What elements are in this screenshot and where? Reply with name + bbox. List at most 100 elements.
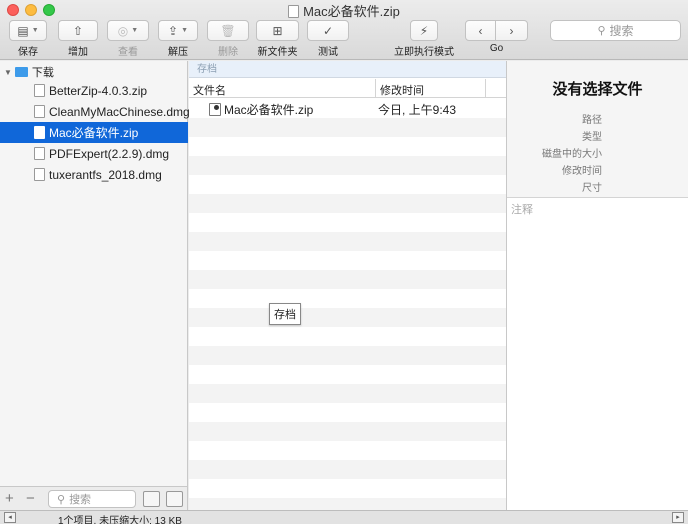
new-folder-button[interactable]: ⊞ bbox=[256, 20, 299, 41]
chevron-left-icon: ‹ bbox=[478, 23, 483, 38]
empty-row bbox=[189, 137, 506, 156]
info-title: 没有选择文件 bbox=[552, 81, 643, 98]
empty-row bbox=[189, 194, 506, 213]
add-label: 增加 bbox=[68, 47, 88, 58]
extract-tool[interactable]: ⇪ ▼ 解压 bbox=[158, 20, 198, 58]
window-title: Mac必备软件.zip bbox=[0, 1, 688, 20]
empty-row bbox=[189, 118, 506, 137]
column-header: 文件名 修改时间 bbox=[189, 79, 506, 98]
add-button[interactable]: ⇧ bbox=[58, 20, 98, 41]
view-tool: ◎ ▼ 查看 bbox=[107, 20, 149, 58]
sidebar-item[interactable]: BetterZip-4.0.3.zip bbox=[0, 80, 188, 101]
table-row[interactable]: Mac必备软件.zip 今日, 上午9:43 bbox=[189, 99, 506, 118]
empty-row bbox=[189, 308, 506, 327]
instant-mode-button[interactable]: ⚡ bbox=[410, 20, 438, 41]
extract-button[interactable]: ⇪ ▼ bbox=[158, 20, 198, 41]
empty-row bbox=[189, 422, 506, 441]
column-modified-header[interactable]: 修改时间 bbox=[380, 82, 424, 98]
test-label: 测试 bbox=[318, 47, 338, 58]
new-folder-icon: ⊞ bbox=[272, 23, 283, 38]
test-button[interactable]: ✓ bbox=[307, 20, 349, 41]
sidebar-preview-icon[interactable] bbox=[166, 491, 183, 507]
new-folder-tool[interactable]: ⊞ 新文件夹 bbox=[256, 20, 299, 58]
empty-row bbox=[189, 156, 506, 175]
add-files-icon: ⇧ bbox=[72, 23, 84, 38]
archive-icon: ▤ bbox=[17, 23, 29, 38]
file-icon bbox=[34, 147, 45, 160]
column-divider[interactable] bbox=[485, 79, 486, 98]
add-tool[interactable]: ⇧ 增加 bbox=[58, 20, 98, 58]
sidebar-hierarchy-icon[interactable] bbox=[143, 491, 160, 507]
save-label: 保存 bbox=[18, 47, 38, 58]
archive-path-bar: 存档 bbox=[189, 61, 506, 78]
go-tool[interactable]: ‹ › Go bbox=[465, 20, 528, 54]
empty-row bbox=[189, 441, 506, 460]
info-label-kind: 类型 bbox=[582, 132, 602, 143]
file-icon bbox=[34, 168, 45, 181]
back-button[interactable]: ‹ bbox=[465, 20, 496, 41]
info-label-size: 磁盘中的大小 bbox=[542, 149, 602, 160]
toggle-info-button[interactable]: ▸ bbox=[672, 512, 684, 523]
checkmark-icon: ✓ bbox=[322, 23, 334, 38]
save-button[interactable]: ▤ ▼ bbox=[9, 20, 47, 41]
add-location-button[interactable]: + bbox=[5, 490, 14, 507]
status-text: 1个项目, 未压缩大小: 13 KB bbox=[58, 516, 182, 524]
chevron-down-icon: ▼ bbox=[131, 27, 139, 34]
sidebar: ▼ 下载 BetterZip-4.0.3.zip CleanMyMacChine… bbox=[0, 61, 190, 486]
chevron-down-icon: ▼ bbox=[31, 27, 39, 34]
document-icon bbox=[288, 5, 300, 18]
empty-row bbox=[189, 327, 506, 346]
sidebar-item-selected[interactable]: Mac必备软件.zip bbox=[0, 122, 188, 143]
eye-icon: ◎ bbox=[117, 23, 129, 38]
empty-row bbox=[189, 270, 506, 289]
view-button: ◎ ▼ bbox=[107, 20, 149, 41]
empty-row bbox=[189, 384, 506, 403]
notes-field[interactable]: 注释 bbox=[511, 201, 533, 217]
empty-row bbox=[189, 213, 506, 232]
window-toolbar: Mac必备软件.zip ▤ ▼ 保存 ⇧ 增加 ◎ ▼ 查看 ⇪ ▼ 解压 🗑 删除 … bbox=[0, 0, 688, 60]
go-label: Go bbox=[489, 43, 504, 54]
sidebar-search-input[interactable]: ⚲ 搜索 bbox=[48, 490, 136, 508]
row-name: Mac必备软件.zip bbox=[209, 101, 313, 118]
empty-row bbox=[189, 251, 506, 270]
file-icon bbox=[34, 126, 45, 139]
empty-row bbox=[189, 498, 506, 510]
toolbar-search-input[interactable]: ⚲ 搜索 bbox=[550, 20, 681, 41]
file-list-pane: 存档 文件名 修改时间 Mac必备软件.zip 今日, 上午9:43 存档 bbox=[189, 61, 506, 510]
info-header: 没有选择文件 路径 类型 磁盘中的大小 修改时间 尺寸 bbox=[507, 61, 688, 198]
row-modified: 今日, 上午9:43 bbox=[378, 103, 457, 117]
instant-mode-tool[interactable]: ⚡ 立即执行模式 bbox=[392, 20, 456, 58]
sidebar-item[interactable]: CleanMyMacChinese.dmg bbox=[0, 101, 190, 122]
toggle-sidebar-button[interactable]: ◂ bbox=[4, 512, 16, 523]
trash-icon: 🗑 bbox=[220, 23, 236, 38]
sidebar-footer: + − ⚲ 搜索 bbox=[0, 486, 188, 510]
delete-label: 删除 bbox=[218, 47, 238, 58]
instant-mode-label: 立即执行模式 bbox=[394, 47, 454, 58]
empty-row bbox=[189, 289, 506, 308]
new-folder-label: 新文件夹 bbox=[257, 47, 298, 58]
search-icon: ⚲ bbox=[57, 493, 66, 506]
remove-location-button[interactable]: − bbox=[26, 490, 35, 507]
sidebar-item[interactable]: PDFExpert(2.2.9).dmg bbox=[0, 143, 188, 164]
file-icon bbox=[34, 105, 45, 118]
forward-button[interactable]: › bbox=[496, 20, 528, 41]
sidebar-item[interactable]: tuxerantfs_2018.dmg bbox=[0, 164, 188, 185]
column-divider[interactable] bbox=[375, 79, 376, 98]
disclosure-triangle-icon[interactable]: ▼ bbox=[4, 68, 12, 77]
info-label-dimensions: 尺寸 bbox=[582, 183, 602, 194]
view-label: 查看 bbox=[118, 47, 138, 58]
sidebar-root-downloads[interactable]: ▼ 下载 bbox=[4, 64, 54, 80]
extract-label: 解压 bbox=[168, 47, 188, 58]
empty-row bbox=[189, 479, 506, 498]
delete-button: 🗑 bbox=[207, 20, 249, 41]
test-tool[interactable]: ✓ 测试 bbox=[307, 20, 349, 58]
save-tool[interactable]: ▤ ▼ 保存 bbox=[9, 20, 47, 58]
lightning-icon: ⚡ bbox=[419, 23, 429, 38]
empty-row bbox=[189, 460, 506, 479]
column-name-header[interactable]: 文件名 bbox=[193, 82, 226, 98]
chevron-right-icon: › bbox=[509, 23, 514, 38]
info-label-modified: 修改时间 bbox=[562, 166, 602, 177]
search-icon: ⚲ bbox=[597, 25, 606, 37]
empty-row bbox=[189, 365, 506, 384]
empty-row bbox=[189, 346, 506, 365]
